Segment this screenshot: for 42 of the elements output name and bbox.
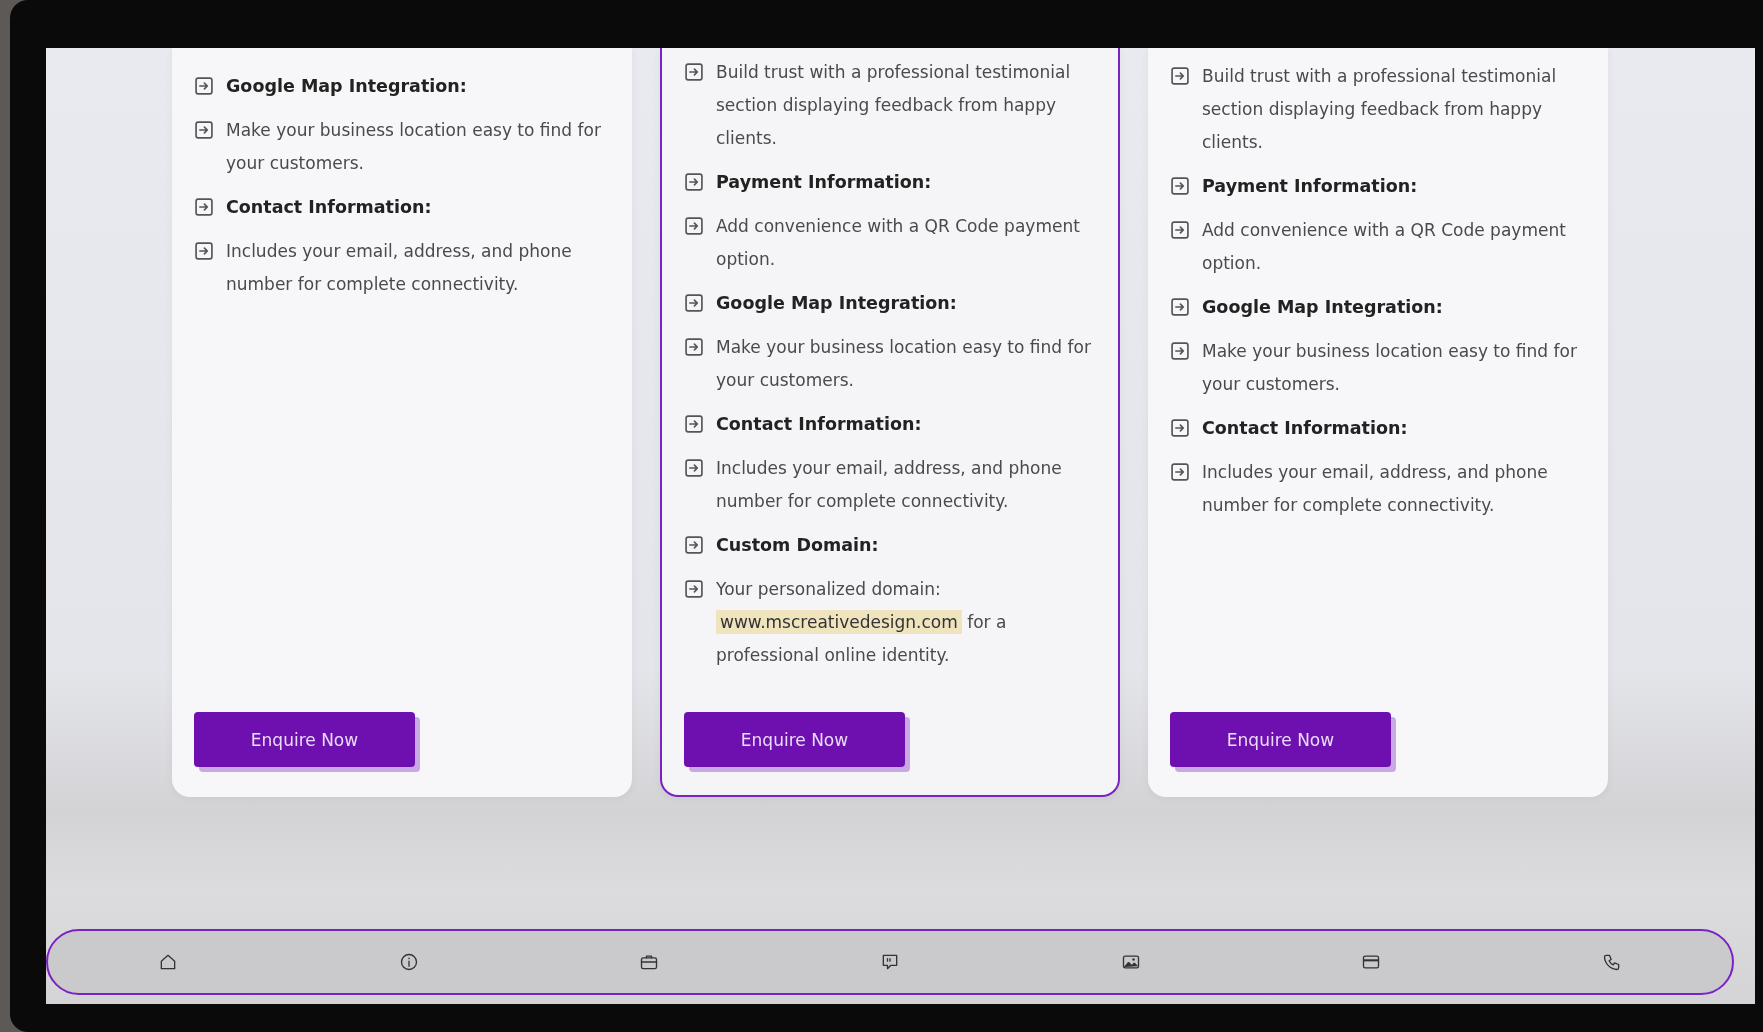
feature-description: Build trust with a professional testimonial section displaying feedback from happy clients. xyxy=(1202,65,1558,154)
feature-heading: Payment Information: xyxy=(716,171,932,194)
arrow-square-icon xyxy=(684,293,704,313)
arrow-square-icon xyxy=(1170,462,1190,482)
arrow-square-icon xyxy=(194,197,214,217)
feature-description: Make your business location easy to find for your customers. xyxy=(1202,340,1578,396)
feature-heading: Google Map Integration: xyxy=(226,75,467,98)
feature-heading: Payment Information: xyxy=(1202,175,1418,198)
feature-description: Includes your email, address, and phone number for complete connectivity. xyxy=(1202,461,1549,517)
arrow-square-icon xyxy=(194,76,214,96)
feature-description: Make your business location easy to find for your customers. xyxy=(226,119,602,175)
arrow-square-icon xyxy=(1170,341,1190,361)
feature-description: Add convenience with a QR Code payment option. xyxy=(1202,219,1567,275)
feature-description: Your personalized domain: www.mscreativedesign.com for a professional online identity. xyxy=(716,578,1008,667)
phone-icon[interactable] xyxy=(1601,952,1622,972)
arrow-square-icon xyxy=(1170,297,1190,317)
arrow-square-icon xyxy=(684,216,704,236)
feature-heading: Google Map Integration: xyxy=(716,292,957,315)
feature-description: Includes your email, address, and phone number for complete connectivity. xyxy=(716,457,1063,513)
arrow-square-icon xyxy=(684,62,704,82)
arrow-square-icon xyxy=(194,241,214,261)
arrow-square-icon xyxy=(684,579,704,599)
arrow-square-icon xyxy=(1170,66,1190,86)
info-icon[interactable] xyxy=(398,952,419,972)
feature-description: Add convenience with a QR Code payment option. xyxy=(716,215,1081,271)
arrow-square-icon xyxy=(684,172,704,192)
arrow-square-icon xyxy=(684,458,704,478)
arrow-square-icon xyxy=(684,414,704,434)
feature-heading: Contact Information: xyxy=(716,413,922,436)
feature-heading: Custom Domain: xyxy=(716,534,879,557)
arrow-square-icon xyxy=(684,337,704,357)
arrow-square-icon xyxy=(194,120,214,140)
arrow-square-icon xyxy=(1170,220,1190,240)
feature-heading: Google Map Integration: xyxy=(1202,296,1443,319)
arrow-square-icon xyxy=(1170,176,1190,196)
feature-heading: Contact Information: xyxy=(226,196,432,219)
feature-description: Includes your email, address, and phone number for complete connectivity. xyxy=(226,240,573,296)
arrow-square-icon xyxy=(1170,418,1190,438)
feature-description: Build trust with a professional testimonial section displaying feedback from happy clients. xyxy=(716,61,1072,150)
feature-description: Make your business location easy to find for your customers. xyxy=(716,336,1092,392)
feature-heading: Contact Information: xyxy=(1202,417,1408,440)
arrow-square-icon xyxy=(684,535,704,555)
